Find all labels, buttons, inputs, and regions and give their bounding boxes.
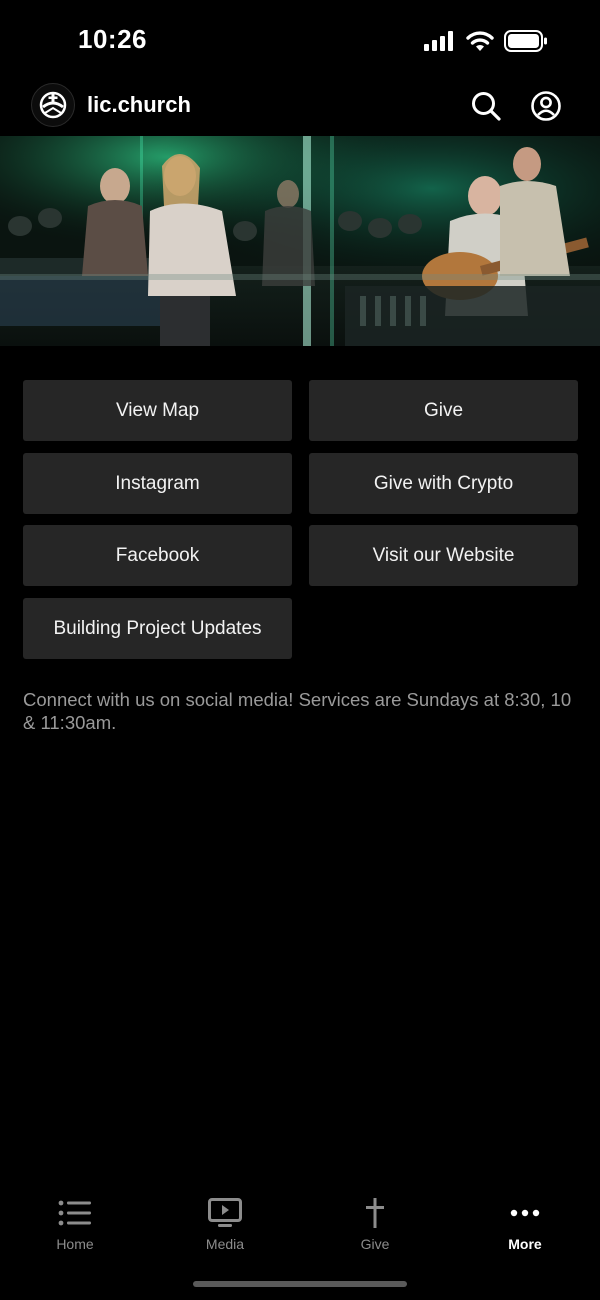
tab-give[interactable]: Give: [325, 1196, 425, 1266]
building-project-updates-button[interactable]: Building Project Updates: [23, 598, 292, 659]
give-with-crypto-button[interactable]: Give with Crypto: [309, 453, 578, 514]
status-bar: 10:26: [0, 0, 600, 80]
profile-button[interactable]: [530, 90, 562, 122]
more-icon: [510, 1209, 540, 1217]
app-header: lic.church: [0, 80, 600, 136]
tab-home-label: Home: [56, 1236, 94, 1252]
profile-icon: [531, 91, 561, 121]
wifi-icon: [466, 31, 494, 51]
status-time: 10:26: [78, 24, 147, 54]
media-icon: [208, 1198, 242, 1227]
cross-icon: [366, 1198, 384, 1228]
give-button[interactable]: Give: [309, 380, 578, 441]
instagram-button[interactable]: Instagram: [23, 453, 292, 514]
signal-icon: [424, 31, 453, 51]
tab-more-label: More: [508, 1236, 542, 1252]
home-indicator: [193, 1281, 407, 1287]
tab-give-label: Give: [360, 1236, 390, 1252]
facebook-button[interactable]: Facebook: [23, 525, 292, 586]
tab-media-label: Media: [205, 1236, 245, 1252]
tab-more[interactable]: More: [475, 1196, 575, 1266]
hero-image: [0, 136, 600, 346]
list-icon: [58, 1200, 91, 1226]
status-icons: [424, 30, 548, 52]
visit-website-button[interactable]: Visit our Website: [309, 525, 578, 586]
church-logo-icon[interactable]: [31, 83, 75, 127]
search-icon: [472, 92, 501, 121]
battery-icon: [504, 30, 547, 52]
view-map-button[interactable]: View Map: [23, 380, 292, 441]
search-button[interactable]: [470, 90, 502, 122]
services-info-text: Connect with us on social media! Service…: [23, 689, 572, 733]
tab-media[interactable]: Media: [175, 1196, 275, 1266]
app-title: lic.church: [87, 92, 191, 117]
tab-home[interactable]: Home: [25, 1196, 125, 1266]
